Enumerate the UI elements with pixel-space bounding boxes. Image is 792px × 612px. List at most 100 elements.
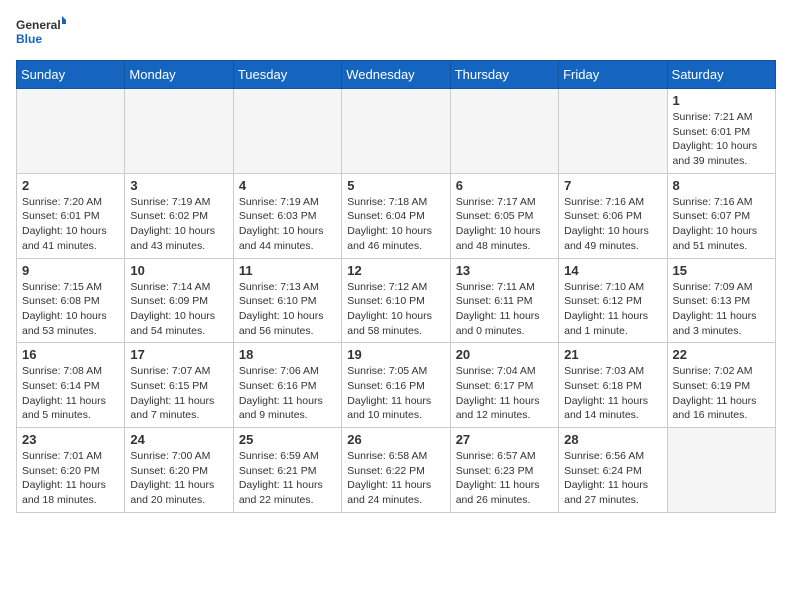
- day-info: Sunrise: 6:59 AM Sunset: 6:21 PM Dayligh…: [239, 449, 336, 508]
- calendar-cell: 6 Sunrise: 7:17 AM Sunset: 6:05 PM Daylig…: [450, 173, 558, 258]
- svg-text:General: General: [16, 18, 61, 32]
- day-info: Sunrise: 7:21 AM Sunset: 6:01 PM Dayligh…: [673, 110, 770, 169]
- calendar-cell: 4 Sunrise: 7:19 AM Sunset: 6:03 PM Daylig…: [233, 173, 341, 258]
- day-number: 13: [456, 263, 553, 278]
- day-info: Sunrise: 7:02 AM Sunset: 6:19 PM Dayligh…: [673, 364, 770, 423]
- logo: General Blue: [16, 16, 66, 48]
- calendar-cell: 5 Sunrise: 7:18 AM Sunset: 6:04 PM Daylig…: [342, 173, 450, 258]
- weekday-header-thursday: Thursday: [450, 61, 558, 89]
- calendar-cell: 18 Sunrise: 7:06 AM Sunset: 6:16 PM Dayli…: [233, 343, 341, 428]
- day-number: 2: [22, 178, 119, 193]
- calendar-cell: 25Sunrise: 6:59 AM Sunset: 6:21 PM Dayli…: [233, 428, 341, 513]
- day-number: 9: [22, 263, 119, 278]
- day-number: 16: [22, 347, 119, 362]
- calendar-cell: 12 Sunrise: 7:12 AM Sunset: 6:10 PM Dayli…: [342, 258, 450, 343]
- day-number: 6: [456, 178, 553, 193]
- week-row-5: 23 Sunrise: 7:01 AM Sunset: 6:20 PM Dayli…: [17, 428, 776, 513]
- day-info: Sunrise: 7:13 AM Sunset: 6:10 PM Dayligh…: [239, 280, 336, 339]
- day-info: Sunrise: 7:16 AM Sunset: 6:07 PM Dayligh…: [673, 195, 770, 254]
- calendar-cell: 20 Sunrise: 7:04 AM Sunset: 6:17 PM Dayli…: [450, 343, 558, 428]
- calendar-cell: 11 Sunrise: 7:13 AM Sunset: 6:10 PM Dayli…: [233, 258, 341, 343]
- week-row-2: 2 Sunrise: 7:20 AM Sunset: 6:01 PM Daylig…: [17, 173, 776, 258]
- weekday-header-sunday: Sunday: [17, 61, 125, 89]
- day-number: 24: [130, 432, 227, 447]
- day-number: 20: [456, 347, 553, 362]
- day-number: 28: [564, 432, 661, 447]
- calendar-cell: 21 Sunrise: 7:03 AM Sunset: 6:18 PM Dayli…: [559, 343, 667, 428]
- day-number: 1: [673, 93, 770, 108]
- logo-svg: General Blue: [16, 16, 66, 48]
- day-number: 23: [22, 432, 119, 447]
- week-row-3: 9 Sunrise: 7:15 AM Sunset: 6:08 PM Daylig…: [17, 258, 776, 343]
- calendar-cell: [342, 89, 450, 174]
- week-row-4: 16 Sunrise: 7:08 AM Sunset: 6:14 PM Dayli…: [17, 343, 776, 428]
- page-header: General Blue: [16, 16, 776, 48]
- day-info: Sunrise: 7:04 AM Sunset: 6:17 PM Dayligh…: [456, 364, 553, 423]
- day-number: 18: [239, 347, 336, 362]
- day-info: Sunrise: 7:16 AM Sunset: 6:06 PM Dayligh…: [564, 195, 661, 254]
- day-info: Sunrise: 7:00 AM Sunset: 6:20 PM Dayligh…: [130, 449, 227, 508]
- calendar-cell: 17Sunrise: 7:07 AM Sunset: 6:15 PM Dayli…: [125, 343, 233, 428]
- day-info: Sunrise: 6:57 AM Sunset: 6:23 PM Dayligh…: [456, 449, 553, 508]
- day-number: 26: [347, 432, 444, 447]
- day-number: 5: [347, 178, 444, 193]
- day-number: 11: [239, 263, 336, 278]
- day-info: Sunrise: 7:18 AM Sunset: 6:04 PM Dayligh…: [347, 195, 444, 254]
- day-info: Sunrise: 7:11 AM Sunset: 6:11 PM Dayligh…: [456, 280, 553, 339]
- calendar-cell: 10 Sunrise: 7:14 AM Sunset: 6:09 PM Dayli…: [125, 258, 233, 343]
- calendar-cell: 15Sunrise: 7:09 AM Sunset: 6:13 PM Dayli…: [667, 258, 775, 343]
- weekday-header-saturday: Saturday: [667, 61, 775, 89]
- calendar-cell: 28 Sunrise: 6:56 AM Sunset: 6:24 PM Dayli…: [559, 428, 667, 513]
- day-number: 7: [564, 178, 661, 193]
- calendar-cell: [17, 89, 125, 174]
- day-info: Sunrise: 7:06 AM Sunset: 6:16 PM Dayligh…: [239, 364, 336, 423]
- day-number: 22: [673, 347, 770, 362]
- day-info: Sunrise: 7:08 AM Sunset: 6:14 PM Dayligh…: [22, 364, 119, 423]
- calendar-cell: [667, 428, 775, 513]
- weekday-header-friday: Friday: [559, 61, 667, 89]
- day-info: Sunrise: 7:20 AM Sunset: 6:01 PM Dayligh…: [22, 195, 119, 254]
- calendar-cell: 22 Sunrise: 7:02 AM Sunset: 6:19 PM Dayli…: [667, 343, 775, 428]
- calendar-cell: 8 Sunrise: 7:16 AM Sunset: 6:07 PM Daylig…: [667, 173, 775, 258]
- day-number: 8: [673, 178, 770, 193]
- day-info: Sunrise: 6:58 AM Sunset: 6:22 PM Dayligh…: [347, 449, 444, 508]
- calendar-cell: [559, 89, 667, 174]
- calendar-cell: 26 Sunrise: 6:58 AM Sunset: 6:22 PM Dayli…: [342, 428, 450, 513]
- day-info: Sunrise: 7:19 AM Sunset: 6:02 PM Dayligh…: [130, 195, 227, 254]
- day-number: 21: [564, 347, 661, 362]
- day-info: Sunrise: 7:12 AM Sunset: 6:10 PM Dayligh…: [347, 280, 444, 339]
- calendar-cell: 14Sunrise: 7:10 AM Sunset: 6:12 PM Dayli…: [559, 258, 667, 343]
- day-number: 4: [239, 178, 336, 193]
- calendar-cell: 24 Sunrise: 7:00 AM Sunset: 6:20 PM Dayli…: [125, 428, 233, 513]
- calendar-cell: 7 Sunrise: 7:16 AM Sunset: 6:06 PM Daylig…: [559, 173, 667, 258]
- day-number: 10: [130, 263, 227, 278]
- day-info: Sunrise: 7:15 AM Sunset: 6:08 PM Dayligh…: [22, 280, 119, 339]
- day-number: 3: [130, 178, 227, 193]
- day-info: Sunrise: 7:17 AM Sunset: 6:05 PM Dayligh…: [456, 195, 553, 254]
- calendar-cell: 27 Sunrise: 6:57 AM Sunset: 6:23 PM Dayli…: [450, 428, 558, 513]
- weekday-header-wednesday: Wednesday: [342, 61, 450, 89]
- calendar-cell: 1 Sunrise: 7:21 AM Sunset: 6:01 PM Daylig…: [667, 89, 775, 174]
- calendar-cell: 23 Sunrise: 7:01 AM Sunset: 6:20 PM Dayli…: [17, 428, 125, 513]
- calendar-cell: 19Sunrise: 7:05 AM Sunset: 6:16 PM Dayli…: [342, 343, 450, 428]
- calendar-table: SundayMondayTuesdayWednesdayThursdayFrid…: [16, 60, 776, 513]
- day-info: Sunrise: 7:03 AM Sunset: 6:18 PM Dayligh…: [564, 364, 661, 423]
- week-row-1: 1 Sunrise: 7:21 AM Sunset: 6:01 PM Daylig…: [17, 89, 776, 174]
- day-info: Sunrise: 7:14 AM Sunset: 6:09 PM Dayligh…: [130, 280, 227, 339]
- calendar-cell: 9 Sunrise: 7:15 AM Sunset: 6:08 PM Daylig…: [17, 258, 125, 343]
- day-number: 27: [456, 432, 553, 447]
- day-number: 12: [347, 263, 444, 278]
- day-info: Sunrise: 7:07 AM Sunset: 6:15 PM Dayligh…: [130, 364, 227, 423]
- calendar-cell: 16 Sunrise: 7:08 AM Sunset: 6:14 PM Dayli…: [17, 343, 125, 428]
- day-info: Sunrise: 6:56 AM Sunset: 6:24 PM Dayligh…: [564, 449, 661, 508]
- svg-text:Blue: Blue: [16, 32, 42, 46]
- calendar-cell: 2 Sunrise: 7:20 AM Sunset: 6:01 PM Daylig…: [17, 173, 125, 258]
- day-info: Sunrise: 7:01 AM Sunset: 6:20 PM Dayligh…: [22, 449, 119, 508]
- day-info: Sunrise: 7:10 AM Sunset: 6:12 PM Dayligh…: [564, 280, 661, 339]
- weekday-header-tuesday: Tuesday: [233, 61, 341, 89]
- day-info: Sunrise: 7:19 AM Sunset: 6:03 PM Dayligh…: [239, 195, 336, 254]
- calendar-cell: [125, 89, 233, 174]
- day-number: 19: [347, 347, 444, 362]
- weekday-header-row: SundayMondayTuesdayWednesdayThursdayFrid…: [17, 61, 776, 89]
- weekday-header-monday: Monday: [125, 61, 233, 89]
